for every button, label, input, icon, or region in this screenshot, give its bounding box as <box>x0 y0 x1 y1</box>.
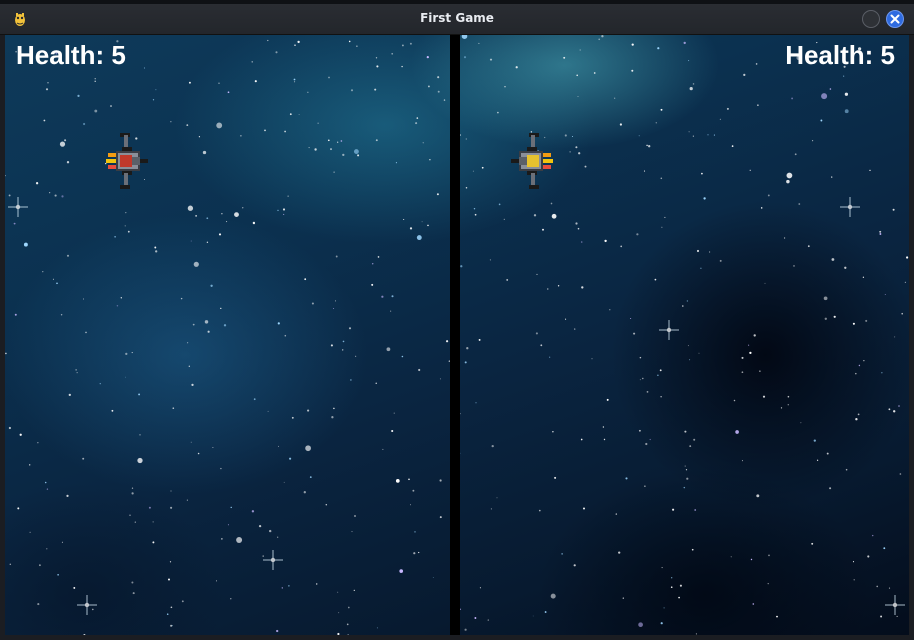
title-bar[interactable]: First Game <box>0 4 914 35</box>
close-button[interactable] <box>886 10 904 28</box>
spaceship-yellow-icon <box>511 133 553 189</box>
window-title: First Game <box>420 11 494 25</box>
game-window: First Game Health: 5 Health: 5 <box>0 0 914 640</box>
spaceship-red-icon <box>106 133 148 189</box>
minimize-button[interactable] <box>862 10 880 28</box>
right-player-health: Health: 5 <box>785 40 895 70</box>
close-icon <box>890 14 900 24</box>
game-canvas[interactable]: Health: 5 Health: 5 <box>5 35 909 635</box>
left-player-health: Health: 5 <box>16 40 126 70</box>
center-border <box>450 35 460 635</box>
